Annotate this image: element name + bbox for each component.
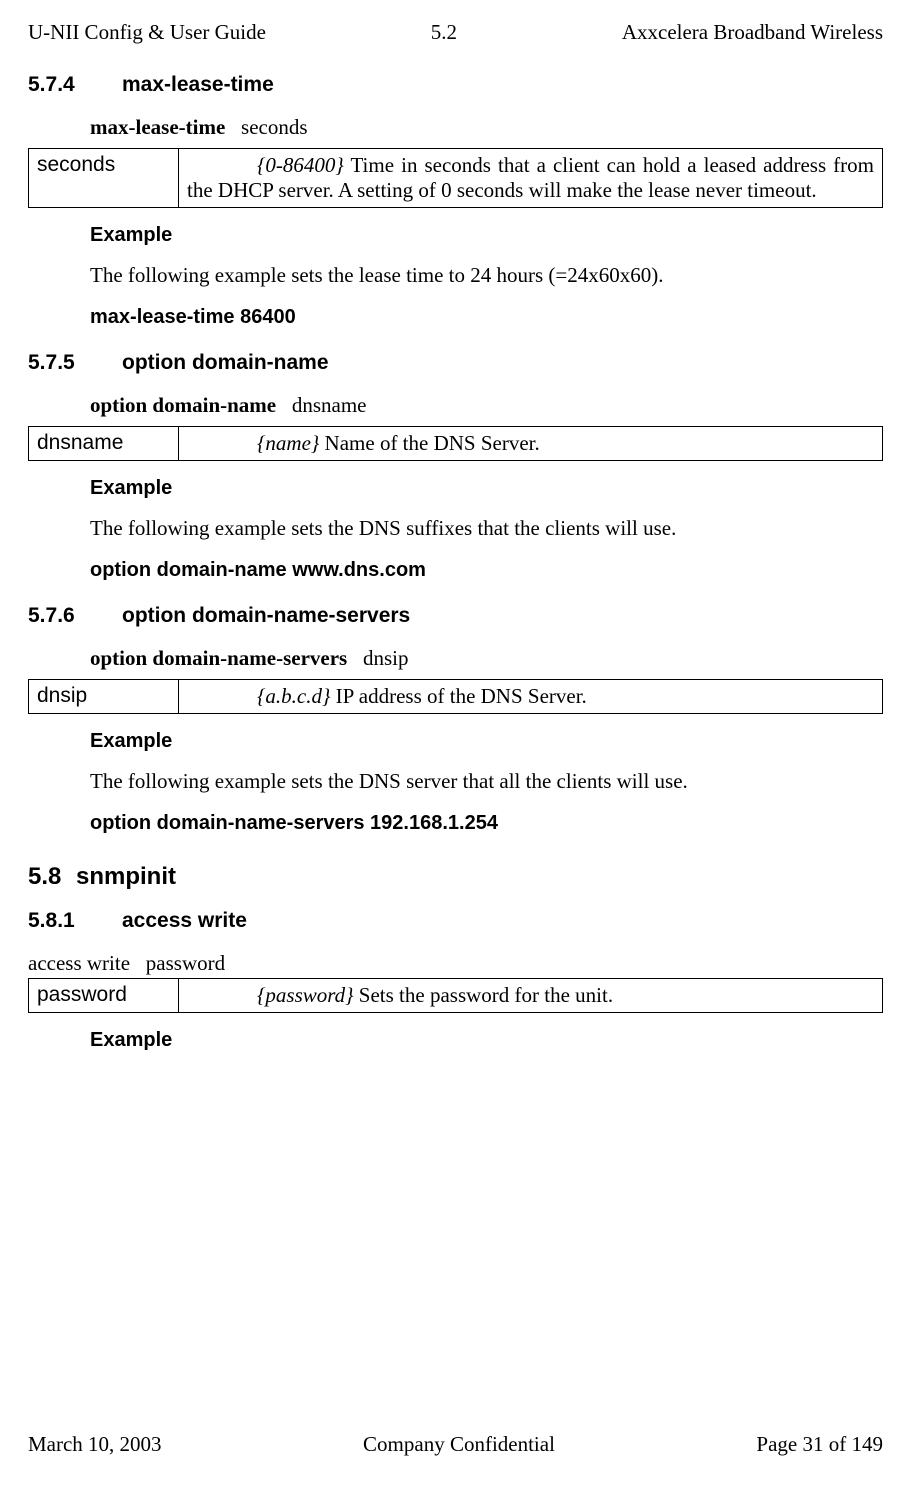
syntax-command: access write bbox=[28, 951, 130, 975]
section-number: 5.7.4 bbox=[28, 73, 122, 97]
param-range: {a.b.c.d} bbox=[257, 684, 330, 708]
param-range: {0-86400} bbox=[257, 153, 344, 177]
param-text: Sets the password for the unit. bbox=[354, 983, 614, 1007]
section-number: 5.8 bbox=[28, 863, 76, 891]
param-table-seconds: seconds {0-86400} Time in seconds that a… bbox=[28, 148, 883, 208]
section-5-7-5-heading: 5.7.5option domain-name bbox=[28, 351, 883, 375]
footer-left: March 10, 2003 bbox=[28, 1432, 162, 1457]
table-row: dnsname {name} Name of the DNS Server. bbox=[29, 427, 883, 461]
example-heading: Example bbox=[90, 477, 883, 500]
param-name: seconds bbox=[29, 149, 179, 208]
example-code: option domain-name-servers 192.168.1.254 bbox=[90, 812, 883, 835]
example-code: option domain-name www.dns.com bbox=[90, 559, 883, 582]
param-text: Name of the DNS Server. bbox=[319, 431, 539, 455]
param-name: dnsip bbox=[29, 680, 179, 714]
table-row: dnsip {a.b.c.d} IP address of the DNS Se… bbox=[29, 680, 883, 714]
example-heading: Example bbox=[90, 730, 883, 753]
section-title: option domain-name-servers bbox=[122, 604, 410, 627]
section-5-7-6-heading: 5.7.6option domain-name-servers bbox=[28, 604, 883, 628]
section-number: 5.7.6 bbox=[28, 604, 122, 628]
param-desc: {password} Sets the password for the uni… bbox=[179, 979, 883, 1013]
syntax-line: access write password bbox=[28, 951, 883, 976]
page-header: U-NII Config & User Guide 5.2 Axxcelera … bbox=[28, 20, 883, 45]
param-desc: {name} Name of the DNS Server. bbox=[179, 427, 883, 461]
header-center: 5.2 bbox=[431, 20, 457, 45]
section-number: 5.7.5 bbox=[28, 351, 122, 375]
param-table-dnsip: dnsip {a.b.c.d} IP address of the DNS Se… bbox=[28, 679, 883, 714]
param-range: {name} bbox=[257, 431, 319, 455]
example-heading: Example bbox=[90, 1029, 883, 1052]
section-5-7-4-heading: 5.7.4max-lease-time bbox=[28, 73, 883, 97]
section-title: option domain-name bbox=[122, 351, 329, 374]
section-title: max-lease-time bbox=[122, 73, 274, 96]
page-footer: March 10, 2003 Company Confidential Page… bbox=[28, 1432, 883, 1457]
header-right: Axxcelera Broadband Wireless bbox=[622, 20, 883, 45]
syntax-command: option domain-name-servers bbox=[90, 646, 347, 670]
footer-center: Company Confidential bbox=[363, 1432, 555, 1457]
param-table-password: password {password} Sets the password fo… bbox=[28, 978, 883, 1013]
syntax-arg: seconds bbox=[241, 115, 308, 139]
param-desc: {a.b.c.d} IP address of the DNS Server. bbox=[179, 680, 883, 714]
section-title: access write bbox=[122, 909, 247, 932]
example-text: The following example sets the lease tim… bbox=[90, 263, 883, 288]
example-text: The following example sets the DNS serve… bbox=[90, 769, 883, 794]
syntax-command: option domain-name bbox=[90, 393, 276, 417]
syntax-arg: dnsip bbox=[363, 646, 409, 670]
syntax-line: option domain-name dnsname bbox=[90, 393, 883, 418]
footer-right: Page 31 of 149 bbox=[756, 1432, 883, 1457]
param-range: {password} bbox=[257, 983, 354, 1007]
section-5-8-heading: 5.8snmpinit bbox=[28, 863, 883, 891]
syntax-line: max-lease-time seconds bbox=[90, 115, 883, 140]
table-row: password {password} Sets the password fo… bbox=[29, 979, 883, 1013]
example-heading: Example bbox=[90, 224, 883, 247]
syntax-command: max-lease-time bbox=[90, 115, 225, 139]
param-name: password bbox=[29, 979, 179, 1013]
syntax-arg: dnsname bbox=[292, 393, 367, 417]
section-number: 5.8.1 bbox=[28, 909, 122, 933]
header-left: U-NII Config & User Guide bbox=[28, 20, 266, 45]
param-desc: {0-86400} Time in seconds that a client … bbox=[179, 149, 883, 208]
syntax-arg: password bbox=[146, 951, 225, 975]
section-title: snmpinit bbox=[76, 863, 176, 890]
param-table-dnsname: dnsname {name} Name of the DNS Server. bbox=[28, 426, 883, 461]
param-name: dnsname bbox=[29, 427, 179, 461]
param-text: IP address of the DNS Server. bbox=[330, 684, 586, 708]
table-row: seconds {0-86400} Time in seconds that a… bbox=[29, 149, 883, 208]
example-text: The following example sets the DNS suffi… bbox=[90, 516, 883, 541]
syntax-line: option domain-name-servers dnsip bbox=[90, 646, 883, 671]
section-5-8-1-heading: 5.8.1access write bbox=[28, 909, 883, 933]
example-code: max-lease-time 86400 bbox=[90, 306, 883, 329]
